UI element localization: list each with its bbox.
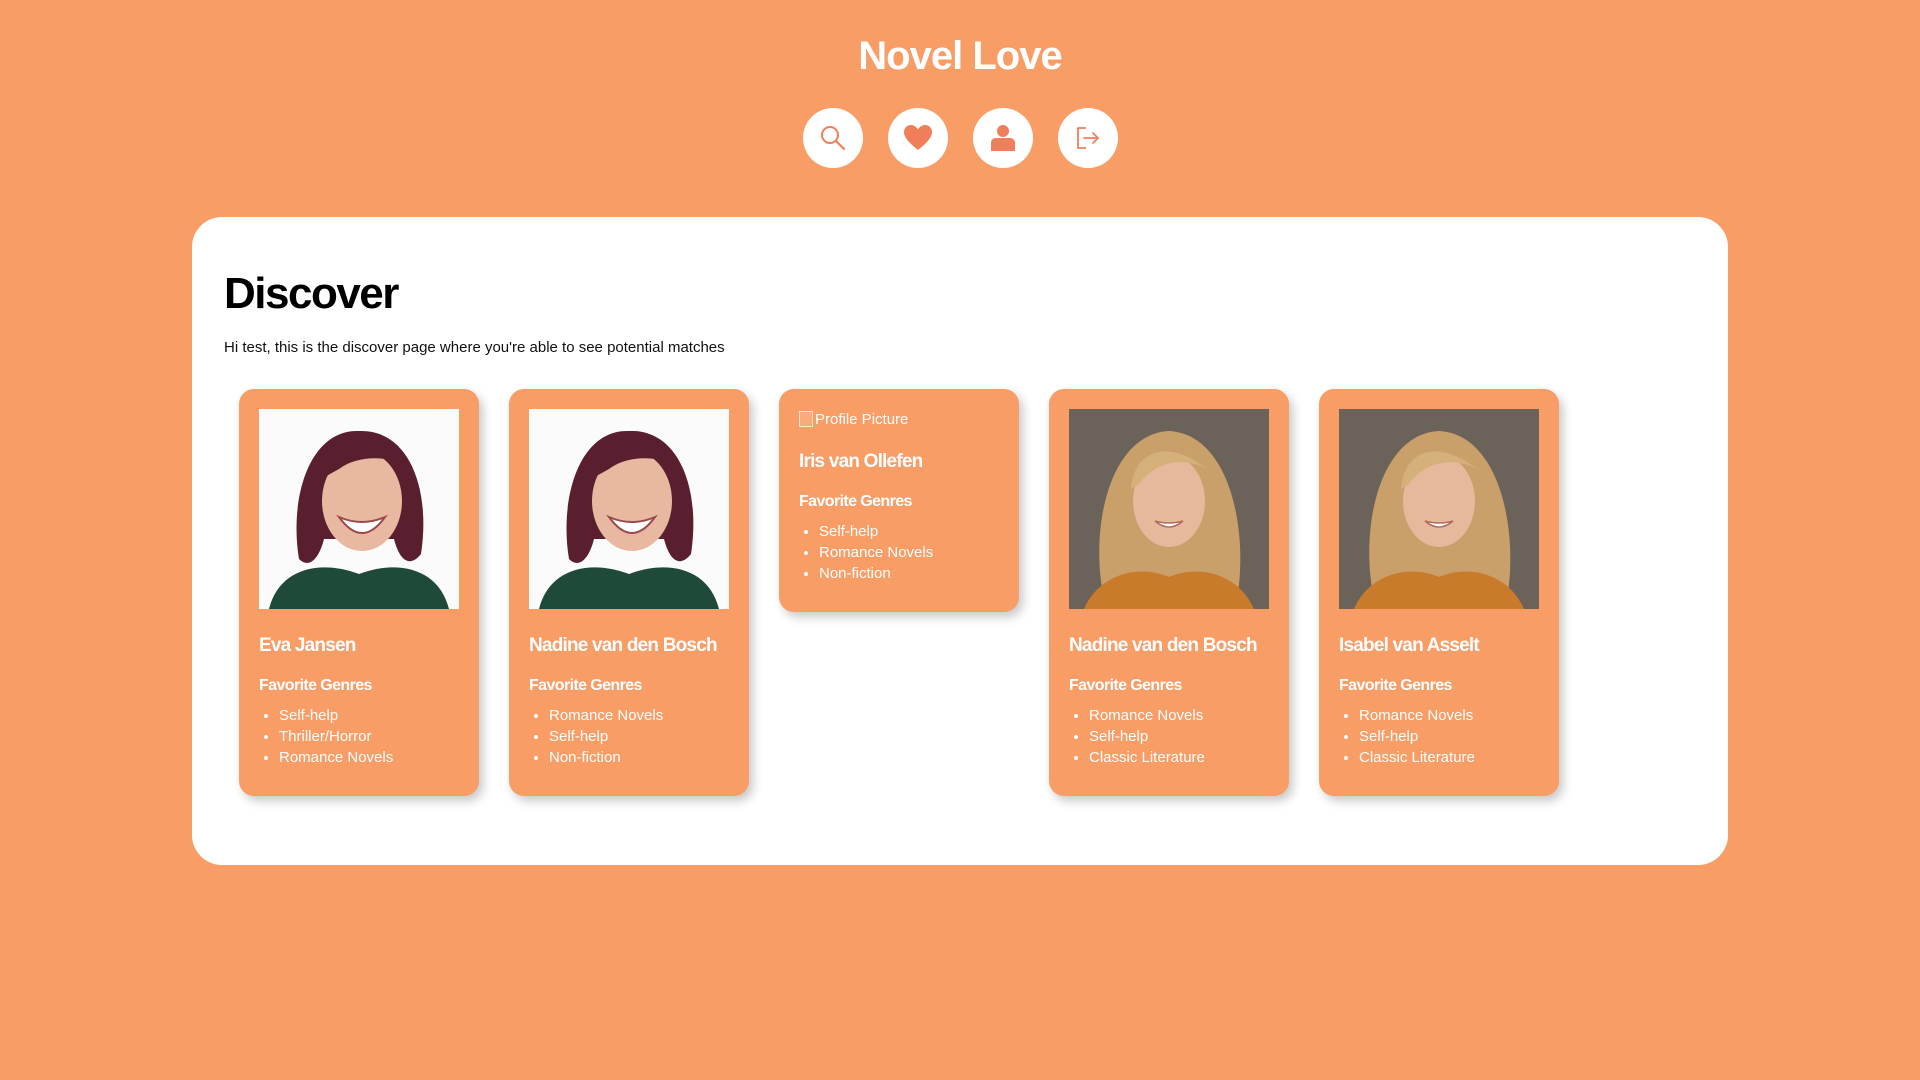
favorite-genres-heading: Favorite Genres xyxy=(259,677,372,694)
genre-item: Non-fiction xyxy=(549,747,729,768)
logout-nav-button[interactable] xyxy=(1057,108,1118,168)
genre-item: Self-help xyxy=(549,726,729,747)
profile-name: Eva Jansen xyxy=(259,635,356,656)
profile-photo xyxy=(259,409,459,609)
search-nav-button[interactable] xyxy=(802,108,863,168)
favorite-genres-heading: Favorite Genres xyxy=(529,677,642,694)
broken-image-placeholder: Profile Picture xyxy=(799,409,999,429)
profile-card[interactable]: Eva Jansen Favorite Genres Self-help Thr… xyxy=(239,389,479,796)
profile-card[interactable]: Profile Picture Iris van Ollefen Favorit… xyxy=(779,389,1019,612)
genre-list: Romance Novels Self-help Classic Literat… xyxy=(1339,705,1539,768)
favorite-genres-heading: Favorite Genres xyxy=(1339,677,1452,694)
profile-card[interactable]: Nadine van den Bosch Favorite Genres Rom… xyxy=(1049,389,1289,796)
genre-list: Romance Novels Self-help Classic Literat… xyxy=(1069,705,1269,768)
favorite-genres-heading: Favorite Genres xyxy=(799,493,912,510)
genre-item: Romance Novels xyxy=(819,542,999,563)
page-intro-text: Hi test, this is the discover page where… xyxy=(224,339,725,356)
heart-icon xyxy=(903,125,932,151)
genre-list: Self-help Thriller/Horror Romance Novels xyxy=(259,705,459,768)
search-icon xyxy=(819,124,847,152)
profile-photo-alt-text: Profile Picture xyxy=(815,410,909,428)
genre-item: Romance Novels xyxy=(279,747,459,768)
genre-item: Self-help xyxy=(819,521,999,542)
genre-item: Non-fiction xyxy=(819,563,999,584)
favorites-nav-button[interactable] xyxy=(887,108,948,168)
profile-name: Nadine van den Bosch xyxy=(529,635,718,656)
genre-item: Romance Novels xyxy=(549,705,729,726)
genre-item: Thriller/Horror xyxy=(279,726,459,747)
profile-name: Nadine van den Bosch xyxy=(1069,635,1258,656)
genre-item: Self-help xyxy=(1089,726,1269,747)
app-title: Novel Love xyxy=(858,34,1062,78)
profile-card[interactable]: Isabel van Asselt Favorite Genres Romanc… xyxy=(1319,389,1559,796)
genre-list: Self-help Romance Novels Non-fiction xyxy=(799,521,999,584)
favorite-genres-heading: Favorite Genres xyxy=(1069,677,1182,694)
user-icon xyxy=(990,124,1016,152)
genre-item: Self-help xyxy=(279,705,459,726)
genre-item: Classic Literature xyxy=(1359,747,1539,768)
profile-name: Isabel van Asselt xyxy=(1339,635,1480,656)
discover-panel: Discover Hi test, this is the discover p… xyxy=(192,217,1728,865)
profile-cards: Eva Jansen Favorite Genres Self-help Thr… xyxy=(239,389,1559,796)
logout-icon xyxy=(1075,126,1101,150)
profile-name: Iris van Ollefen xyxy=(799,451,923,472)
genre-item: Romance Novels xyxy=(1089,705,1269,726)
profile-photo xyxy=(1339,409,1539,609)
genre-item: Romance Novels xyxy=(1359,705,1539,726)
profile-card[interactable]: Nadine van den Bosch Favorite Genres Rom… xyxy=(509,389,749,796)
genre-item: Self-help xyxy=(1359,726,1539,747)
profile-photo xyxy=(529,409,729,609)
broken-image-icon xyxy=(799,411,813,427)
profile-photo xyxy=(1069,409,1269,609)
genre-item: Classic Literature xyxy=(1089,747,1269,768)
genre-list: Romance Novels Self-help Non-fiction xyxy=(529,705,729,768)
profile-nav-button[interactable] xyxy=(972,108,1033,168)
main-nav xyxy=(0,108,1920,168)
page-title: Discover xyxy=(224,269,399,318)
